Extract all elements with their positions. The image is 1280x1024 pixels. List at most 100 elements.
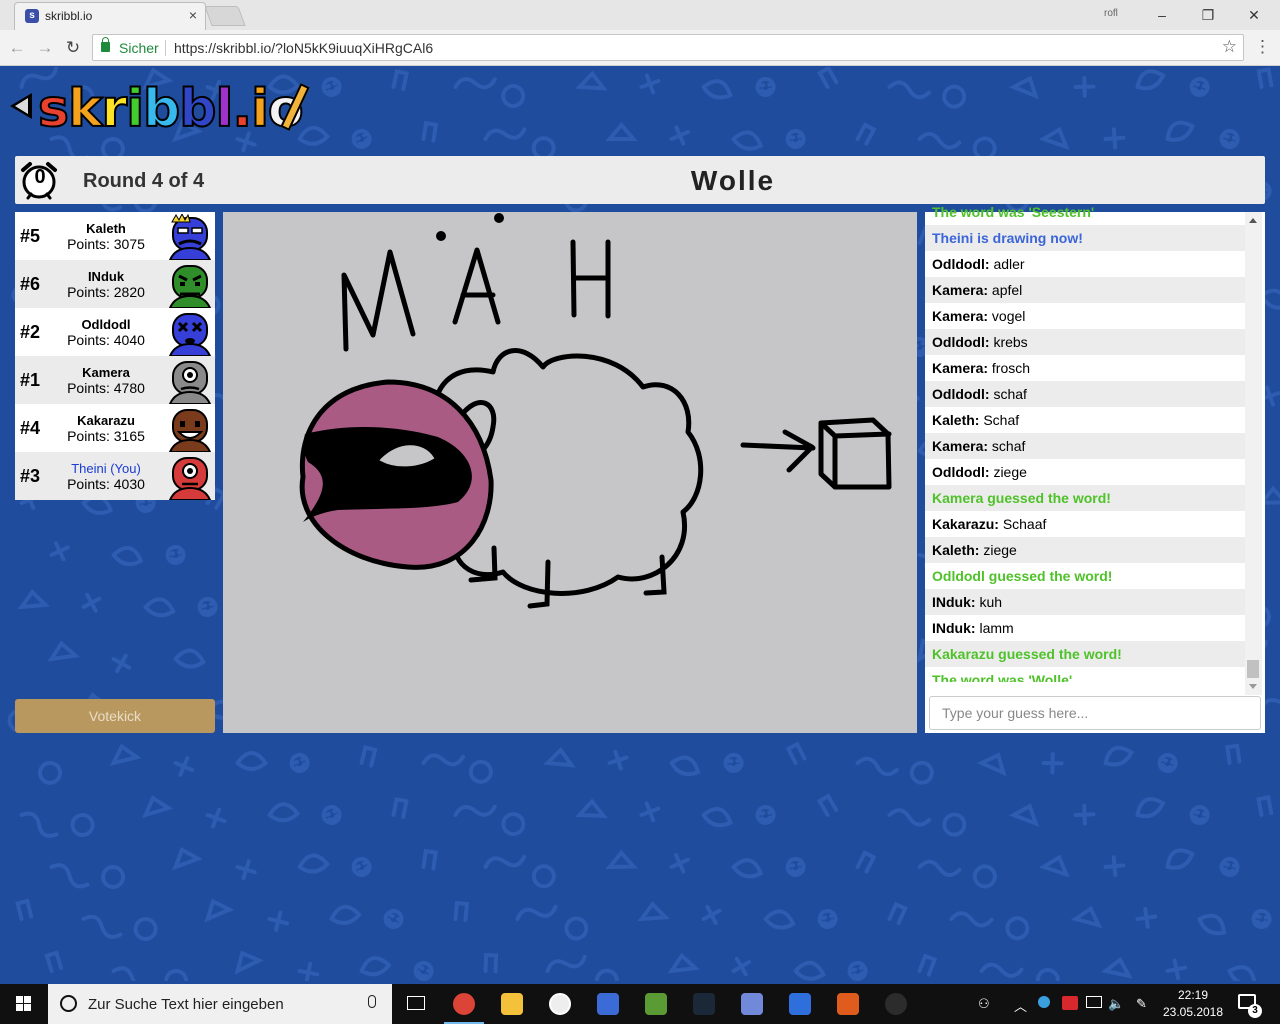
- file-explorer-icon[interactable]: [488, 984, 536, 1024]
- profile-label[interactable]: rofl: [1104, 8, 1118, 19]
- logo-text: skribbl.io: [37, 78, 305, 140]
- doodle-shape: [351, 857, 372, 877]
- back-icon[interactable]: ←: [6, 37, 28, 59]
- windows-start-icon[interactable]: [0, 984, 48, 1024]
- groove-icon[interactable]: [536, 984, 584, 1024]
- tab-close-icon[interactable]: ×: [189, 7, 197, 23]
- steam-icon[interactable]: [680, 984, 728, 1024]
- browser-toolbar: ← → ↻ Sicher https://skribbl.io/?loN5kK9…: [0, 30, 1280, 66]
- rocket-league-icon[interactable]: [776, 984, 824, 1024]
- chat-user: Kaleth:: [932, 412, 980, 428]
- maximize-icon[interactable]: ❐: [1188, 4, 1228, 26]
- new-tab-button[interactable]: [204, 6, 246, 26]
- doodle-shape: [267, 910, 290, 932]
- bookmark-star-icon[interactable]: ☆: [1222, 37, 1237, 57]
- doodle-shape: [763, 909, 796, 930]
- chat-messages[interactable]: The word was 'Seestern' Theini is drawing…: [925, 199, 1245, 682]
- doodle-shape: [785, 741, 807, 765]
- minecraft-icon[interactable]: [632, 984, 680, 1024]
- address-bar[interactable]: Sicher https://skribbl.io/?loN5kK9iuuqXi…: [92, 34, 1244, 61]
- doodle-shape: [701, 904, 722, 925]
- doodle-shape: [976, 752, 1007, 777]
- network-icon[interactable]: [1086, 996, 1102, 1008]
- minimize-icon[interactable]: –: [1142, 4, 1182, 26]
- chat-text: schaf: [991, 438, 1026, 454]
- logo-letter: b: [142, 78, 181, 140]
- doodle-shape: [205, 807, 227, 829]
- doodle-shape: [701, 806, 733, 828]
- drawing-canvas[interactable]: [223, 212, 917, 733]
- player-row[interactable]: #5 Kaleth Points: 3075: [15, 212, 215, 260]
- reload-icon[interactable]: ↻: [62, 37, 84, 59]
- app-glyph: [789, 993, 811, 1015]
- doodle-shape: [1227, 965, 1257, 981]
- task-view-icon[interactable]: [392, 984, 440, 1024]
- scroll-up-icon[interactable]: [1249, 218, 1257, 223]
- guess-input[interactable]: [929, 696, 1261, 730]
- tray-app-icon[interactable]: [1038, 996, 1050, 1008]
- doodle-shape: [453, 804, 497, 817]
- chat-user: Kamera:: [932, 308, 989, 324]
- chat-text: Schaaf: [1002, 516, 1047, 532]
- antivirus-icon[interactable]: [1062, 996, 1078, 1010]
- doodle-shape: [1135, 797, 1166, 819]
- chrome-icon[interactable]: [440, 984, 488, 1024]
- clock-date[interactable]: 23.05.2018: [1160, 1005, 1226, 1019]
- player-points: Points: 3165: [67, 428, 145, 444]
- player-row[interactable]: #3 Theini (You) Points: 4030: [15, 452, 215, 500]
- volume-icon[interactable]: 🔈: [1108, 996, 1124, 1012]
- chat-scrollbar[interactable]: [1245, 212, 1262, 695]
- sheep-drawing: [299, 213, 892, 609]
- scroll-thumb[interactable]: [1247, 660, 1259, 678]
- doodle-shape: [979, 962, 1024, 978]
- discord-icon[interactable]: [728, 984, 776, 1024]
- tray-chevron-icon[interactable]: ︿: [1014, 996, 1027, 1015]
- people-icon[interactable]: ⚇: [978, 996, 990, 1012]
- obs-icon[interactable]: [872, 984, 920, 1024]
- player-row[interactable]: #2 Odldodl Points: 4040: [15, 308, 215, 356]
- player-row[interactable]: #1 Kamera Points: 4780: [15, 356, 215, 404]
- game-icon[interactable]: [824, 984, 872, 1024]
- chat-message: INduk: kuh: [925, 589, 1245, 615]
- doodle-shape: [1135, 69, 1166, 91]
- player-avatar: [168, 214, 212, 260]
- doodle-shape: [667, 952, 700, 974]
- doodle-shape: [755, 77, 776, 97]
- chat-text: adler: [993, 256, 1025, 272]
- scroll-down-icon[interactable]: [1249, 684, 1257, 689]
- game-header: 0 Round 4 of 4 Wolle: [15, 156, 1265, 204]
- player-row[interactable]: #6 INduk Points: 2820: [15, 260, 215, 308]
- player-row[interactable]: #4 Kakarazu Points: 3165: [15, 404, 215, 452]
- doodle-shape: [605, 849, 638, 870]
- browser-tab[interactable]: s skribbl.io ×: [14, 2, 206, 30]
- doodle-shape: [1197, 913, 1227, 936]
- taskbar-search[interactable]: Zur Suche Text hier eingeben: [48, 984, 392, 1024]
- clock-time[interactable]: 22:19: [1166, 988, 1220, 1002]
- browser-menu-icon[interactable]: ⋮: [1254, 37, 1271, 57]
- microphone-icon[interactable]: [368, 995, 376, 1008]
- chat-message: Kaleth: ziege: [925, 537, 1245, 563]
- logo-letter: r: [101, 78, 129, 140]
- chat-text: vogel: [991, 308, 1026, 324]
- doodle-shape: [1100, 956, 1133, 979]
- doodle-shape: [19, 811, 59, 838]
- player-rank: #4: [20, 418, 41, 438]
- doodle-shape: [1256, 67, 1274, 89]
- player-points: Points: 2820: [67, 284, 145, 300]
- doodle-shape: [391, 796, 409, 819]
- pen-icon[interactable]: ✎: [1136, 996, 1147, 1012]
- notification-count: 3: [1248, 1004, 1262, 1018]
- paint-icon[interactable]: [584, 984, 632, 1024]
- doodle-shape: [515, 904, 558, 921]
- doodle-shape: [297, 853, 331, 874]
- forward-icon[interactable]: →: [34, 37, 56, 59]
- doodle-shape: [972, 864, 997, 889]
- url-text[interactable]: https://skribbl.io/?loN5kK9iuuqXiHRgCAl6: [174, 40, 433, 56]
- app-glyph: [837, 993, 859, 1015]
- chat-message: Kamera: frosch: [925, 355, 1245, 381]
- chat-message: Odldodl: schaf: [925, 381, 1245, 407]
- doodle-shape: [785, 857, 806, 877]
- close-window-icon[interactable]: ✕: [1234, 4, 1274, 26]
- task-view-glyph: [407, 996, 425, 1010]
- votekick-button[interactable]: Votekick: [15, 699, 215, 733]
